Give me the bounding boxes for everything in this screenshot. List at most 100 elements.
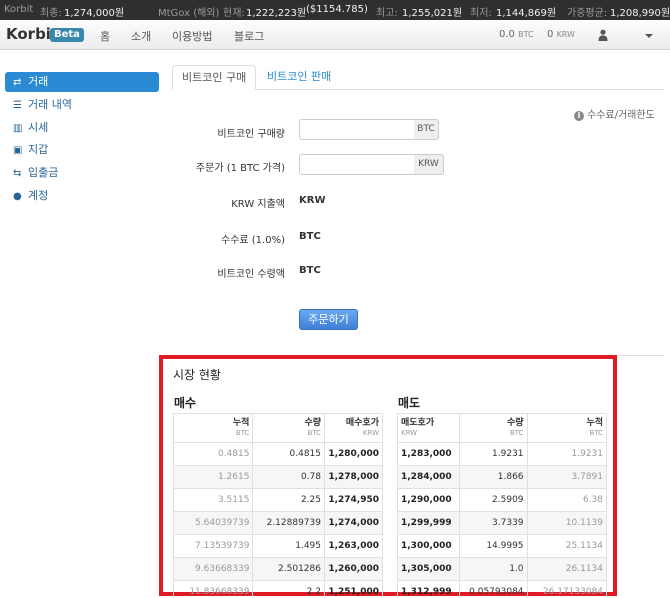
table-row: 1.2615 0.78 1,278,000 — [172, 465, 383, 489]
table-cell: 14.9995 — [458, 534, 528, 558]
table-row: 5.64039739 2.12889739 1,274,000 — [172, 511, 383, 535]
price-input[interactable] — [299, 154, 415, 175]
table-cell: 2.2 — [252, 580, 325, 598]
ticker-avg: 1,208,990원 — [610, 8, 670, 19]
ticker-low-label: 최저: — [470, 8, 492, 19]
table-cell: 1,300,000 — [397, 534, 460, 558]
table-cell: 0.05793084 — [458, 580, 528, 598]
sidebar-item-transfer[interactable]: ⇆ 입출금 — [5, 163, 159, 183]
table-cell: 1.0 — [458, 557, 528, 581]
table-cell: 1,274,000 — [324, 511, 383, 535]
bids-title: 매수 — [174, 396, 197, 410]
table-cell: 1,278,000 — [324, 465, 383, 489]
fee-label: 수수료 (1.0%) — [221, 235, 285, 246]
table-cell: 26.17133084 — [526, 580, 608, 598]
table-cell: 1,251,000 — [324, 580, 383, 598]
table-cell: 7.13539739 — [172, 534, 254, 558]
table-cell: 2.5909 — [458, 488, 528, 512]
table-row: 11.83668339 2.2 1,251,000 — [172, 580, 383, 598]
table-cell: 1,290,000 — [397, 488, 460, 512]
asks-header-cumulative: 누적 BTC — [526, 413, 608, 443]
price-label: 주문가 (1 BTC 가격) — [195, 163, 285, 174]
table-cell: 1.495 — [252, 534, 325, 558]
user-icon[interactable] — [598, 29, 608, 41]
table-cell: 0.4815 — [252, 442, 325, 466]
table-cell: 1,283,000 — [397, 442, 460, 466]
nav-about[interactable]: 소개 — [131, 28, 151, 44]
receive-value: BTC — [299, 265, 321, 276]
bids-header-cumulative: 누적 BTC — [172, 413, 254, 443]
asks-header-quantity: 수량 BTC — [458, 413, 528, 443]
amount-unit: BTC — [414, 119, 439, 140]
spend-value: KRW — [299, 195, 326, 206]
asks-table: 매도호가 KRW 수량 BTC 누적 BTC 1,283,000 1.9231 1.923… — [397, 413, 608, 598]
table-cell: 25.1134 — [526, 534, 608, 558]
market-title: 시장 현황 — [173, 368, 221, 382]
sidebar-item-trade[interactable]: ⇄ 거래 — [5, 72, 159, 92]
list-icon: ☰ — [13, 100, 22, 111]
table-cell: 2.501286 — [252, 557, 325, 581]
nav-blog[interactable]: 블로그 — [234, 28, 264, 44]
table-cell: 0.4815 — [172, 442, 254, 466]
table-row: 0.4815 0.4815 1,280,000 — [172, 442, 383, 466]
table-cell: 1,280,000 — [324, 442, 383, 466]
bids-header-quantity: 수량 BTC — [252, 413, 325, 443]
bids-table: 누적 BTC 수량 BTC 매수호가 KRW 0.4815 0.4815 1,280,00… — [172, 413, 383, 598]
table-cell: 3.7891 — [526, 465, 608, 489]
exchange-icon: ⇄ — [13, 77, 22, 88]
ticker-high-label: 최고: — [376, 8, 398, 19]
ticker-low: 1,144,869원 — [496, 8, 557, 19]
sidebar-item-prices[interactable]: ▥ 시세 — [5, 118, 159, 138]
wallet-icon: ▣ — [13, 145, 23, 156]
order-button[interactable]: 주문하기 — [299, 309, 358, 330]
amount-input[interactable] — [299, 119, 415, 140]
price-unit: KRW — [414, 154, 444, 175]
table-row: 1,305,000 1.0 26.1134 — [397, 557, 608, 581]
table-cell: 9.63668339 — [172, 557, 254, 581]
spend-label: KRW 지출액 — [231, 199, 285, 210]
nav-home[interactable]: 홈 — [100, 28, 110, 44]
btc-balance: 0.0 BTC — [499, 29, 534, 40]
fee-value: BTC — [299, 231, 321, 242]
sidebar-item-account[interactable]: ● 계정 — [5, 186, 159, 206]
table-cell: 26.1134 — [526, 557, 608, 581]
table-row: 1,283,000 1.9231 1.9231 — [397, 442, 608, 466]
fee-limit-link[interactable]: i 수수료/거래한도 — [574, 106, 655, 121]
table-cell: 3.7339 — [458, 511, 528, 535]
table-cell: 1.9231 — [526, 442, 608, 466]
table-row: 1,299,999 3.7339 10.1139 — [397, 511, 608, 535]
table-cell: 3.5115 — [172, 488, 254, 512]
chart-icon: ▥ — [13, 123, 23, 134]
ticker-high: 1,255,021원 — [402, 8, 463, 19]
table-row: 1,312,999 0.05793084 26.17133084 — [397, 580, 608, 598]
ticker-mtgox-now: 1,222,223원 — [246, 8, 307, 19]
sidebar-item-wallet[interactable]: ▣ 지갑 — [5, 140, 159, 160]
ticker-mtgox-usd: ($1154.785) — [306, 4, 368, 15]
tab-buy[interactable]: 비트코인 구매 — [172, 65, 257, 90]
nav-howto[interactable]: 이용방법 — [172, 28, 212, 44]
table-row: 1,284,000 1.866 3.7891 — [397, 465, 608, 489]
table-row: 3.5115 2.25 1,274,950 — [172, 488, 383, 512]
table-cell: 1,263,000 — [324, 534, 383, 558]
sidebar-item-history[interactable]: ☰ 거래 내역 — [5, 95, 159, 115]
table-cell: 1,305,000 — [397, 557, 460, 581]
table-row: 1,290,000 2.5909 6.38 — [397, 488, 608, 512]
table-cell: 11.83668339 — [172, 580, 254, 598]
chevron-down-icon[interactable] — [645, 34, 653, 38]
table-cell: 0.78 — [252, 465, 325, 489]
ticker-mtgox-label: MtGox (해외) — [158, 8, 220, 19]
asks-header-price: 매도호가 KRW — [397, 413, 460, 443]
asks-title: 매도 — [398, 396, 421, 410]
table-cell: 2.25 — [252, 488, 325, 512]
account-icon: ● — [13, 191, 22, 202]
ticker-mtgox-now-label: 현재: — [223, 8, 245, 19]
receive-label: 비트코인 수령액 — [217, 269, 285, 280]
table-cell: 1,260,000 — [324, 557, 383, 581]
table-cell: 5.64039739 — [172, 511, 254, 535]
table-cell: 1.866 — [458, 465, 528, 489]
navbar: Korbit Beta 홈 소개 이용방법 블로그 0.0 BTC 0 KRW — [0, 20, 670, 50]
tab-sell[interactable]: 비트코인 판매 — [258, 65, 340, 90]
table-cell: 1,274,950 — [324, 488, 383, 512]
table-cell: 10.1139 — [526, 511, 608, 535]
ticker-korbit-price: 1,274,000원 — [64, 8, 125, 19]
